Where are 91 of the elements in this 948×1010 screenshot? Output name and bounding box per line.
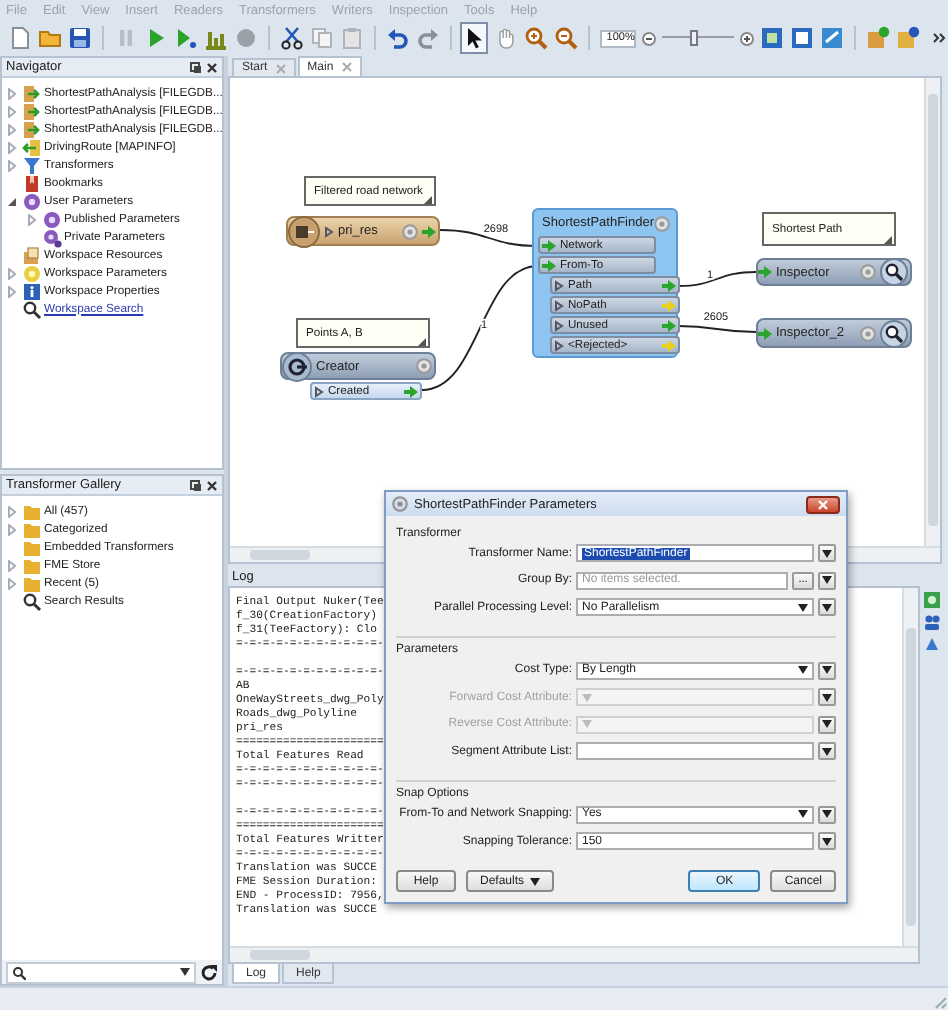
caret-icon	[822, 720, 832, 728]
port-arrow-icon	[758, 327, 772, 339]
expander-icon[interactable]	[6, 195, 18, 207]
caret-icon	[798, 603, 808, 611]
dataset-icon	[21, 83, 41, 103]
run-prompt-icon[interactable]	[173, 26, 198, 50]
resource-icon	[21, 245, 41, 265]
resize-icon	[418, 338, 426, 346]
zoom-slider[interactable]	[662, 28, 735, 48]
menu-button[interactable]	[818, 571, 836, 589]
search-icon	[12, 965, 26, 979]
dataset-icon	[21, 137, 41, 157]
overflow-icon[interactable]	[932, 30, 948, 46]
fit-window-icon[interactable]	[820, 26, 845, 50]
menu-button[interactable]	[818, 544, 836, 562]
undo-icon[interactable]	[385, 26, 410, 50]
dataset-icon	[21, 101, 41, 121]
port-arrow-icon	[422, 225, 436, 237]
parameter-icon	[41, 227, 61, 247]
caret-icon	[822, 693, 832, 701]
caret-icon	[822, 747, 832, 755]
new-file-icon[interactable]	[8, 26, 32, 50]
scrollbar[interactable]	[902, 588, 918, 946]
resize-icon	[424, 196, 432, 204]
add-reader-icon[interactable]	[866, 26, 891, 50]
close-button[interactable]	[806, 495, 840, 513]
gear-icon	[392, 496, 408, 512]
fit-all-icon[interactable]	[790, 26, 815, 50]
pointer-tool-button[interactable]	[460, 22, 489, 54]
reader-icon	[288, 215, 320, 247]
tool-icon[interactable]	[923, 592, 939, 608]
parameter-icon	[21, 263, 41, 283]
text-field[interactable]	[576, 742, 814, 760]
cut-icon[interactable]	[279, 26, 304, 50]
search-icon	[21, 591, 41, 611]
menu-button[interactable]	[818, 598, 836, 616]
fit-icon[interactable]	[760, 26, 785, 50]
redo-icon[interactable]	[415, 26, 440, 50]
caret-icon	[798, 666, 808, 674]
search-icon[interactable]	[880, 258, 908, 286]
hand-icon[interactable]	[494, 26, 519, 50]
menu-button[interactable]	[818, 688, 836, 706]
zoom-minus-icon[interactable]	[642, 31, 657, 45]
close-icon[interactable]	[206, 61, 218, 73]
zoom-plus-icon[interactable]	[740, 31, 755, 45]
connector-line[interactable]	[677, 325, 757, 333]
tool-icon[interactable]	[923, 636, 939, 652]
save-icon[interactable]	[68, 26, 92, 50]
caret-icon	[822, 603, 832, 611]
port-arrow-icon	[758, 266, 772, 278]
resize-icon	[884, 236, 892, 244]
zoom-out-icon[interactable]	[554, 26, 579, 50]
funnel-icon	[21, 155, 41, 175]
caret-icon	[822, 666, 832, 674]
add-writer-icon[interactable]	[896, 26, 921, 50]
refresh-icon[interactable]	[200, 963, 218, 981]
close-icon	[818, 499, 828, 509]
dataset-icon	[21, 119, 41, 139]
scrollbar[interactable]	[230, 946, 918, 962]
caret-icon	[582, 720, 592, 728]
properties-icon	[21, 281, 41, 301]
search-field[interactable]	[6, 961, 196, 983]
pointer-icon	[464, 26, 485, 50]
float-icon[interactable]	[190, 479, 202, 491]
search-icon[interactable]	[880, 319, 908, 347]
menu-button[interactable]	[818, 805, 836, 823]
bookmark-icon	[21, 173, 41, 193]
open-folder-icon[interactable]	[38, 26, 62, 50]
chart-icon[interactable]	[203, 26, 228, 50]
caret-icon	[798, 810, 808, 818]
scrollbar[interactable]	[924, 78, 940, 546]
menu-button[interactable]	[818, 715, 836, 733]
caret-icon	[822, 837, 832, 845]
caret-icon	[822, 810, 832, 818]
caret-icon	[822, 549, 832, 557]
menu-button[interactable]	[818, 661, 836, 679]
caret-icon	[530, 877, 541, 885]
caret-icon	[582, 693, 592, 701]
float-icon[interactable]	[190, 61, 202, 73]
close-icon[interactable]	[206, 479, 218, 491]
connector-line[interactable]	[677, 271, 757, 287]
zoom-in-icon[interactable]	[524, 26, 549, 50]
search-icon	[21, 299, 41, 319]
people-icon[interactable]	[923, 614, 939, 630]
creator-icon	[282, 351, 312, 381]
size-grip-icon	[932, 994, 948, 1010]
caret-icon	[180, 968, 190, 976]
menu-button[interactable]	[818, 832, 836, 850]
expand-icon[interactable]	[324, 225, 334, 237]
menu-button[interactable]	[818, 742, 836, 760]
expand-icon[interactable]	[314, 385, 324, 397]
